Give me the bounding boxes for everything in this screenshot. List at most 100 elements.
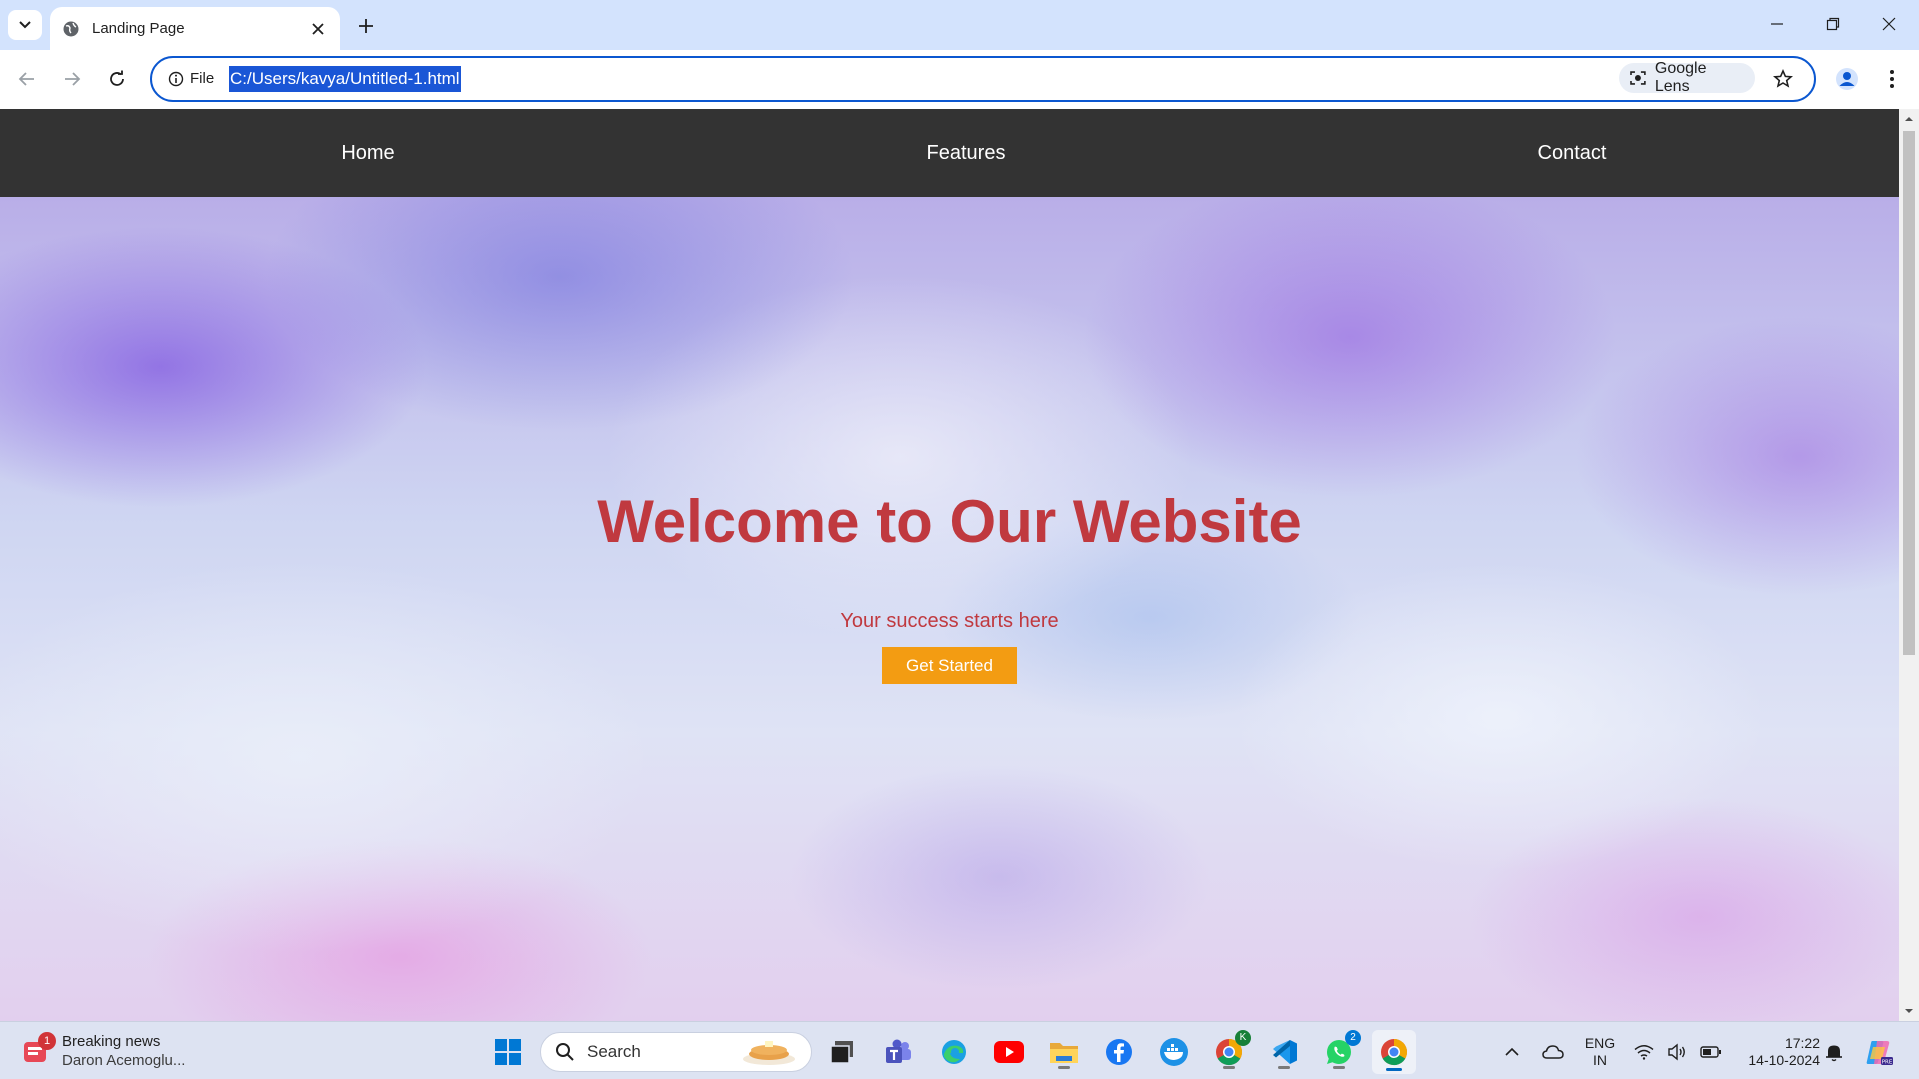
task-view-button[interactable] [822,1032,862,1072]
minimize-button[interactable] [1749,6,1805,42]
browser-menu-button[interactable] [1878,62,1906,96]
language-code: ENG [1584,1035,1616,1051]
news-subtitle: Daron Acemoglu... [62,1052,186,1069]
camera-icon [1630,71,1646,85]
start-button[interactable] [488,1032,528,1072]
onedrive-button[interactable] [1535,1032,1571,1072]
tab-close-button[interactable] [308,19,328,39]
restore-button[interactable] [1805,6,1861,42]
news-widget[interactable]: 1 Breaking news Daron Acemoglu... [20,1030,185,1072]
chevron-down-icon [19,21,31,29]
chrome-icon [1381,1039,1408,1066]
copilot-button[interactable]: PRE [1858,1032,1898,1072]
hero-subtitle: Your success starts here [840,610,1059,632]
teams-icon [886,1039,911,1063]
edge-icon [942,1040,966,1064]
browser-tab-strip: Landing Page [0,0,1919,50]
vscode-app[interactable] [1264,1032,1304,1072]
page-scrollbar[interactable] [1899,109,1919,1021]
whatsapp-badge: 2 [1345,1030,1361,1046]
back-button[interactable] [10,62,44,96]
close-window-button[interactable] [1861,6,1917,42]
language-indicator[interactable]: ENG IN [1580,1035,1620,1069]
globe-icon [63,21,79,36]
news-icon: 1 [20,1032,56,1066]
pancake-icon [743,1041,795,1065]
page-viewport: Home Features Contact Welcome to Our Web… [0,109,1899,1021]
nav-link-home[interactable]: Home [268,109,468,197]
triangle-down-icon [1905,1009,1913,1013]
facebook-icon [1106,1039,1132,1065]
vscode-icon [1273,1040,1297,1064]
news-title: Breaking news [62,1033,161,1050]
new-tab-button[interactable] [352,12,380,40]
restore-icon [1826,17,1840,31]
quick-settings-button[interactable] [1628,1032,1728,1072]
scroll-up-button[interactable] [1899,111,1919,127]
taskbar-search[interactable]: Search [540,1032,812,1072]
docker-app[interactable] [1154,1032,1194,1072]
tab-title: Landing Page [92,20,185,37]
bookmark-button[interactable] [1769,65,1797,93]
windows-logo-icon [495,1039,521,1065]
info-icon [168,71,184,86]
get-started-button[interactable]: Get Started [882,647,1017,684]
browser-toolbar: File C:/Users/kavya/Untitled-1.html Goog… [0,50,1919,109]
nav-link-contact[interactable]: Contact [1472,109,1672,197]
chrome-profile-app[interactable]: K [1209,1030,1251,1072]
bell-snooze-icon [1826,1045,1842,1062]
scrollbar-thumb[interactable] [1903,131,1915,655]
close-icon [1882,17,1896,31]
windows-taskbar: 1 Breaking news Daron Acemoglu... Search… [0,1021,1919,1079]
reload-button[interactable] [100,62,134,96]
news-badge: 1 [38,1032,56,1050]
folder-icon [1050,1043,1078,1063]
star-icon [1773,69,1793,88]
whatsapp-app[interactable]: 2 [1319,1030,1361,1072]
address-bar[interactable]: File C:/Users/kavya/Untitled-1.html Goog… [150,56,1816,102]
forward-button[interactable] [55,62,89,96]
volume-icon [1668,1043,1685,1061]
show-hidden-icons-button[interactable] [1494,1032,1530,1072]
reload-icon [110,70,124,86]
clock-time: 17:22 [1784,1035,1820,1051]
edge-app[interactable] [934,1032,974,1072]
svg-text:PRE: PRE [1882,1060,1893,1066]
youtube-app[interactable] [989,1032,1029,1072]
site-info-label: File [190,70,215,87]
site-info-button[interactable]: File [162,65,220,92]
google-lens-label: Google Lens [1654,60,1707,95]
clock-date: 14-10-2024 [1748,1052,1820,1068]
avatar-icon [1836,68,1858,90]
arrow-left-icon [18,72,34,86]
profile-button[interactable] [1830,62,1864,96]
url-text[interactable]: C:/Users/kavya/Untitled-1.html [229,66,461,92]
search-icon [556,1043,574,1061]
task-view-icon [830,1041,853,1064]
wifi-icon [1634,1045,1654,1060]
clock[interactable]: 17:22 14-10-2024 [1734,1035,1820,1069]
cloud-icon [1542,1045,1564,1059]
facebook-app[interactable] [1099,1032,1139,1072]
hero-section: Welcome to Our Website Your success star… [0,197,1899,1021]
region-code: IN [1593,1052,1607,1068]
chrome-app-active[interactable] [1372,1030,1416,1074]
hero-title: Welcome to Our Website [597,488,1302,555]
chevron-up-icon [1505,1047,1519,1056]
scroll-down-button[interactable] [1899,1003,1919,1019]
minimize-icon [1771,23,1783,25]
nav-link-features[interactable]: Features [866,109,1066,197]
search-label: Search [587,1042,641,1061]
youtube-icon [994,1041,1024,1063]
file-explorer-app[interactable] [1044,1032,1084,1072]
triangle-up-icon [1905,117,1913,121]
copilot-icon: PRE [1866,1041,1893,1066]
google-lens-button[interactable]: Google Lens [1619,60,1755,95]
active-tab[interactable]: Landing Page [50,7,340,50]
notifications-button[interactable] [1816,1032,1852,1072]
arrow-right-icon [65,72,81,86]
plus-icon [359,19,373,33]
tab-search-button[interactable] [8,10,42,40]
site-navbar: Home Features Contact [0,109,1899,197]
teams-app[interactable] [878,1032,918,1072]
